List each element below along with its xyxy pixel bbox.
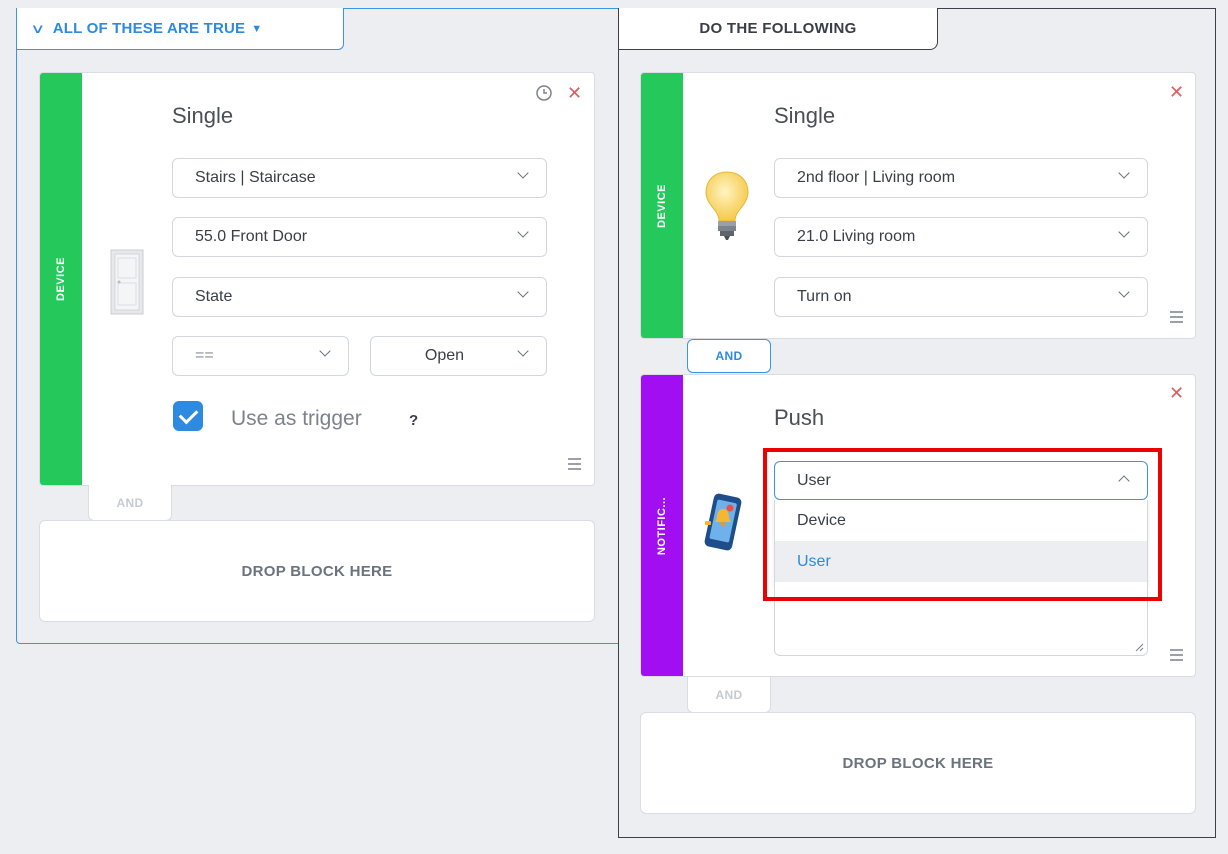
device-stripe[interactable]: DEVICE (40, 73, 82, 485)
block-title: Push (774, 405, 825, 430)
notification-stripe-label: NOTIFIC... (656, 496, 669, 555)
and-connector[interactable]: AND (88, 485, 172, 521)
collapse-chevron-icon[interactable]: ∨ (30, 21, 46, 37)
device-select[interactable]: 55.0 Front Door (172, 217, 547, 257)
property-select-value: State (195, 288, 233, 305)
use-as-trigger-label: Use as trigger (231, 407, 362, 430)
dropdown-option-user[interactable]: User (775, 541, 1147, 582)
drop-zone[interactable]: DROP BLOCK HERE (640, 712, 1196, 814)
action-select-value: Turn on (797, 288, 852, 305)
operator-select-value: == (195, 347, 214, 364)
chevron-down-icon (516, 287, 530, 301)
value-select-value: Open (424, 347, 465, 364)
chevron-down-icon (516, 168, 530, 182)
room-select-value: Stairs | Staircase (195, 169, 316, 186)
chevron-down-icon (1117, 227, 1131, 241)
help-icon[interactable]: ? (409, 412, 418, 429)
chevron-down-icon (1117, 287, 1131, 301)
value-select[interactable]: Open (370, 336, 547, 376)
block-title: Single (774, 103, 836, 128)
conditions-mode-label: ALL OF THESE ARE TRUE (52, 20, 246, 37)
room-select-value: 2nd floor | Living room (797, 169, 956, 186)
and-connector[interactable]: AND (687, 339, 771, 373)
chevron-down-icon (516, 346, 530, 360)
light-bulb-icon (705, 171, 749, 240)
target-select[interactable]: User (774, 461, 1148, 500)
room-select[interactable]: 2nd floor | Living room (774, 158, 1148, 198)
message-textarea[interactable] (774, 584, 1148, 656)
property-select[interactable]: State (172, 277, 547, 317)
door-icon (110, 249, 144, 315)
action-select[interactable]: Turn on (774, 277, 1148, 317)
use-as-trigger-checkbox[interactable] (173, 401, 203, 431)
phone-notification-icon (704, 493, 742, 551)
device-select-value: 21.0 Living room (797, 228, 916, 245)
actions-header: DO THE FOLLOWING (618, 8, 938, 50)
target-dropdown-list: Device User (774, 500, 1148, 585)
close-icon[interactable]: ✕ (1169, 384, 1184, 402)
drag-handle-icon[interactable] (1170, 649, 1183, 664)
drag-handle-icon[interactable] (1170, 311, 1183, 326)
device-stripe-label: DEVICE (656, 183, 668, 228)
drop-zone[interactable]: DROP BLOCK HERE (39, 520, 595, 622)
chevron-down-icon (318, 346, 332, 360)
caret-down-icon: ▼ (251, 22, 263, 35)
and-connector[interactable]: AND (687, 677, 771, 713)
device-stripe[interactable]: DEVICE (641, 73, 683, 338)
device-select[interactable]: 21.0 Living room (774, 217, 1148, 257)
target-select-value: User (797, 471, 831, 489)
dropdown-option-device[interactable]: Device (775, 500, 1147, 541)
notification-stripe[interactable]: NOTIFIC... (641, 375, 683, 676)
clock-icon[interactable] (535, 84, 553, 102)
device-select-value: 55.0 Front Door (195, 228, 308, 245)
device-stripe-label: DEVICE (55, 257, 67, 301)
chevron-down-icon (1117, 168, 1131, 182)
conditions-mode-dropdown[interactable]: ∨ ALL OF THESE ARE TRUE ▼ (16, 8, 344, 50)
block-title: Single (172, 103, 234, 128)
resize-handle-icon[interactable] (1134, 642, 1144, 652)
close-icon[interactable]: ✕ (1169, 83, 1184, 101)
operator-select[interactable]: == (172, 336, 349, 376)
close-icon[interactable]: ✕ (567, 84, 582, 102)
chevron-down-icon (516, 227, 530, 241)
chevron-up-icon (1117, 471, 1131, 485)
drag-handle-icon[interactable] (568, 458, 581, 473)
room-select[interactable]: Stairs | Staircase (172, 158, 547, 198)
